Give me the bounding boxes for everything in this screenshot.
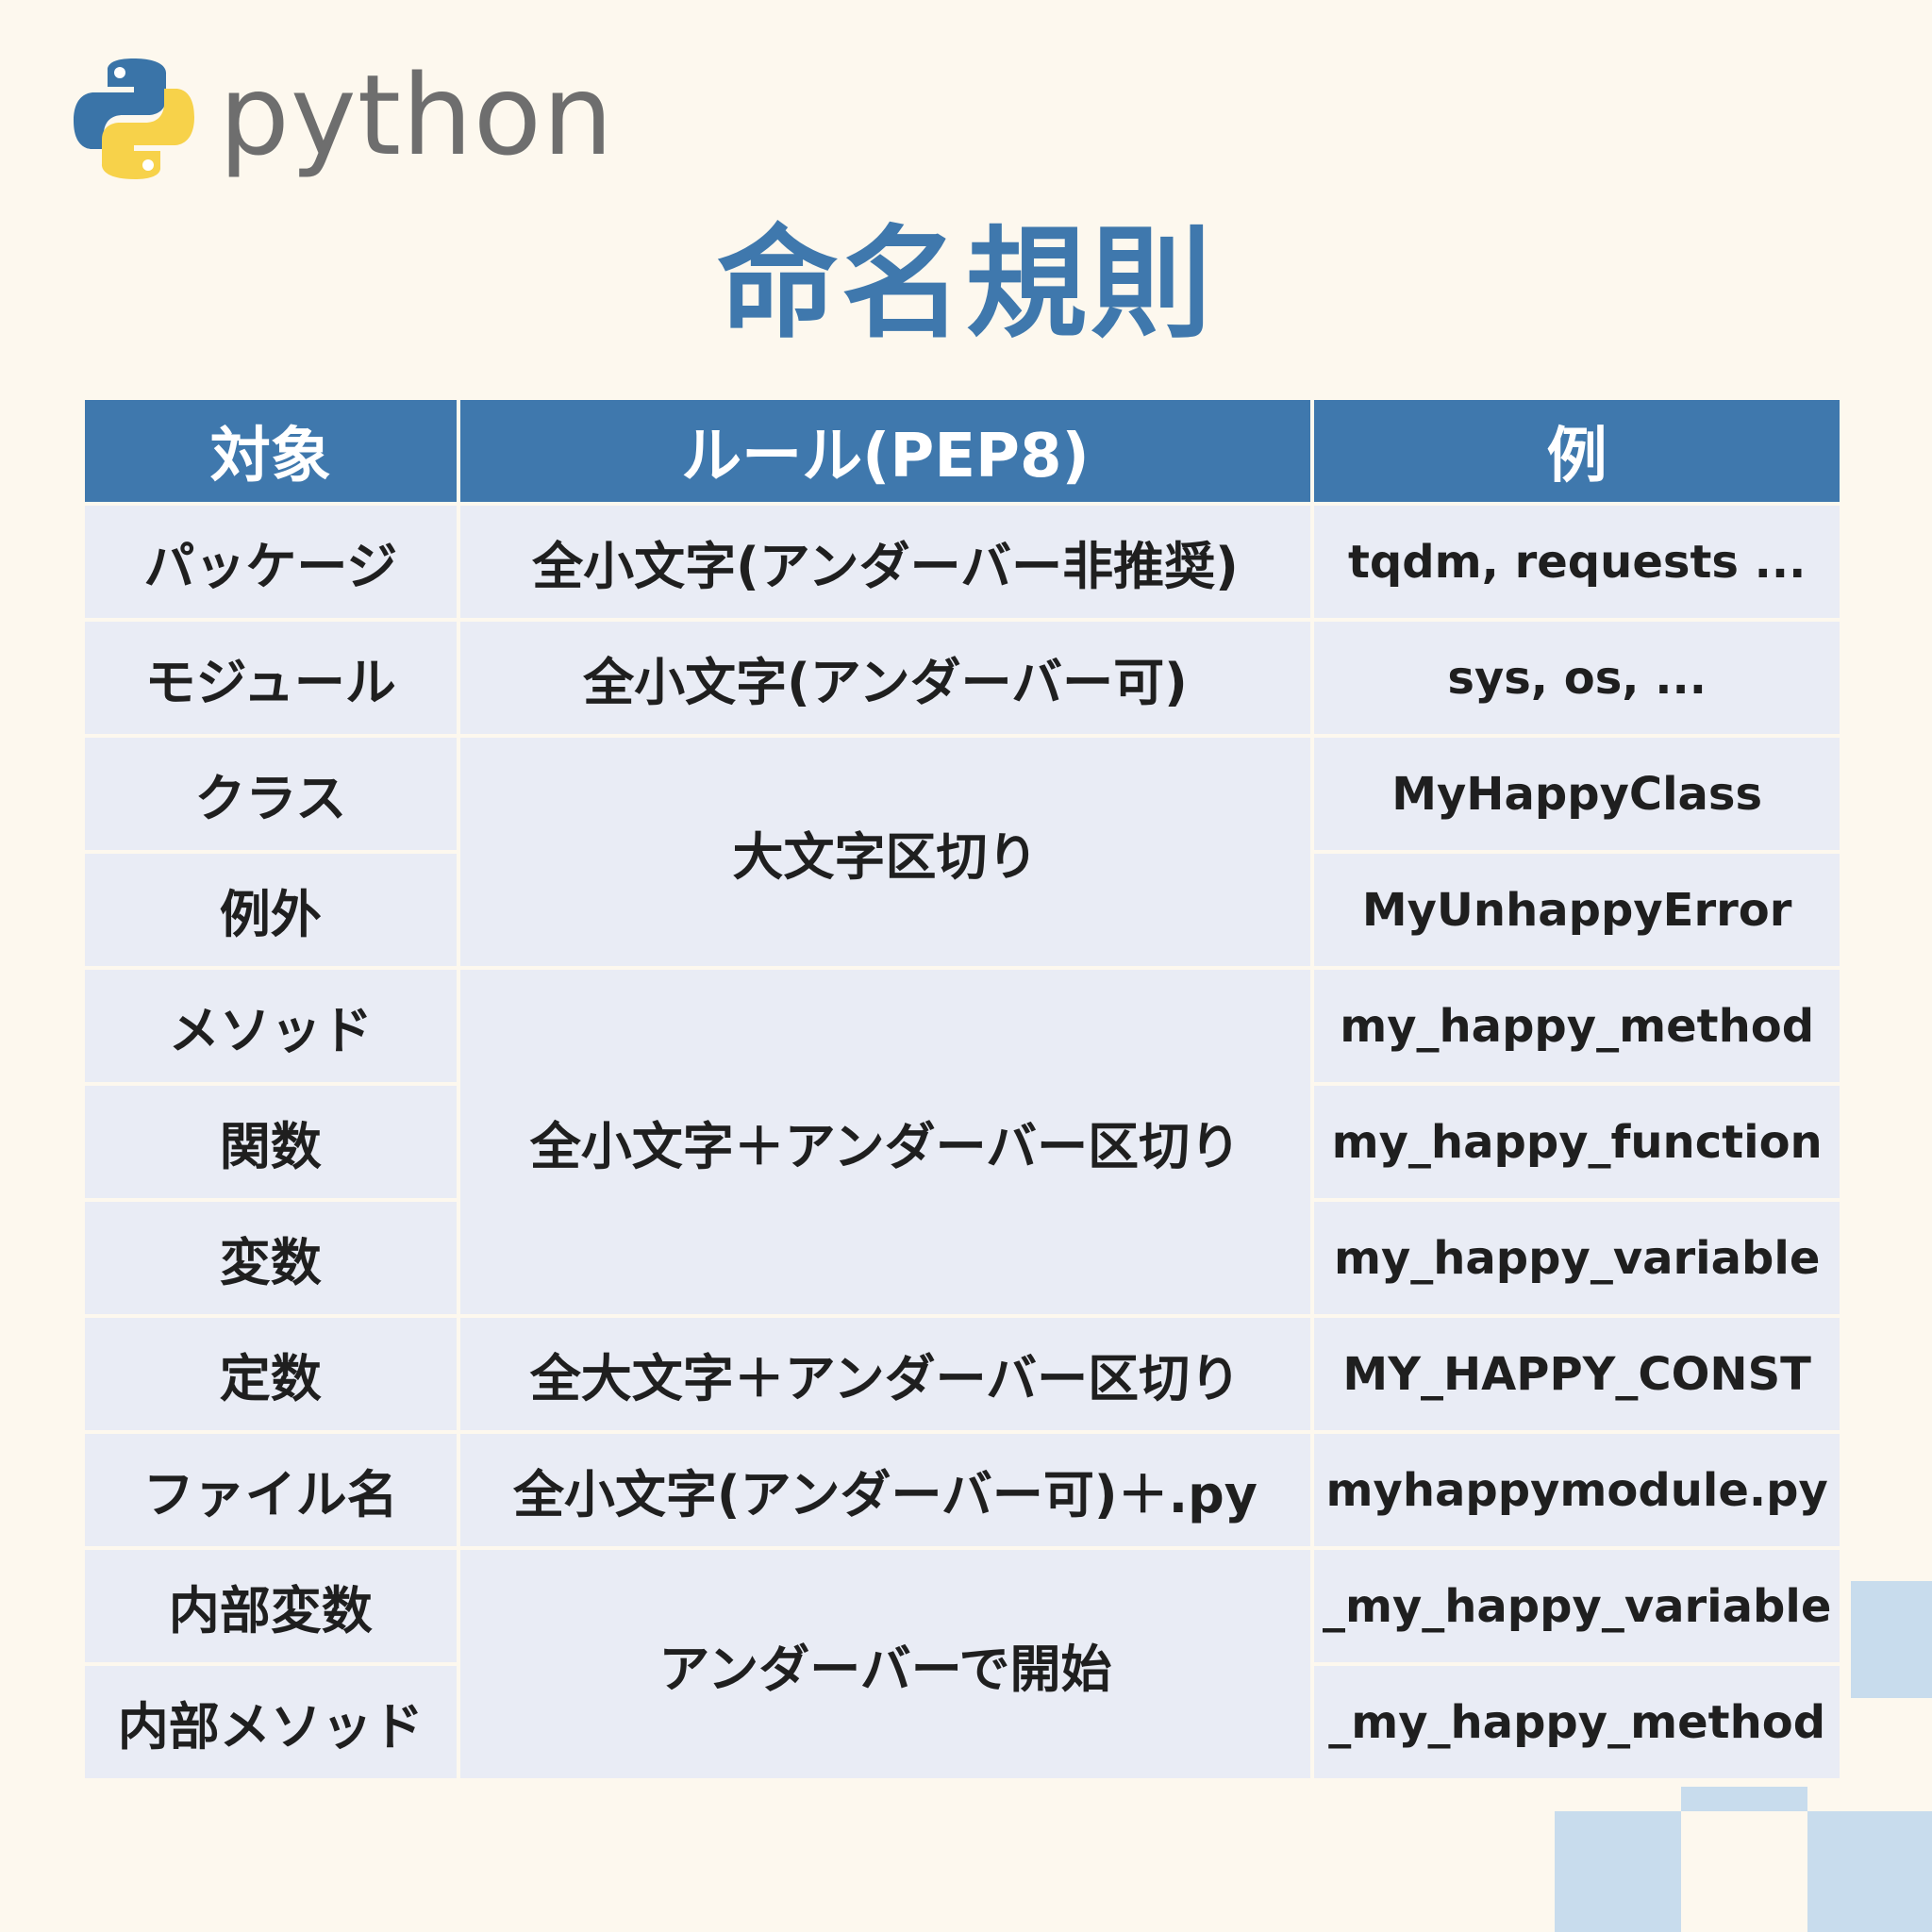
table-row: ファイル名 全小文字(アンダーバー可)＋.py myhappymodule.py	[85, 1434, 1840, 1546]
target-cell: パッケージ	[85, 506, 457, 618]
decorative-square	[1807, 1811, 1932, 1932]
header-example: 例	[1314, 400, 1840, 502]
target-cell: モジュール	[85, 622, 457, 734]
target-cell: ファイル名	[85, 1434, 457, 1546]
python-wordmark: python	[219, 50, 614, 180]
rule-cell: 全大文字＋アンダーバー区切り	[459, 1318, 1311, 1430]
example-cell: _my_happy_variable	[1314, 1550, 1840, 1662]
table-row: モジュール 全小文字(アンダーバー可) sys, os, ...	[85, 622, 1840, 734]
table-row: 定数 全大文字＋アンダーバー区切り MY_HAPPY_CONST	[85, 1318, 1840, 1430]
example-cell: _my_happy_method	[1314, 1666, 1840, 1778]
example-cell: tqdm, requests ...	[1314, 506, 1840, 618]
decorative-square	[1681, 1787, 1807, 1811]
rule-cell: 全小文字(アンダーバー非推奨)	[459, 506, 1311, 618]
naming-conventions-table: 対象 ルール(PEP8) 例 パッケージ 全小文字(アンダーバー非推奨) tqd…	[81, 396, 1843, 1782]
example-cell: my_happy_function	[1314, 1086, 1840, 1198]
target-cell: 関数	[85, 1086, 457, 1198]
example-cell: my_happy_variable	[1314, 1202, 1840, 1314]
example-cell: sys, os, ...	[1314, 622, 1840, 734]
target-cell: 内部メソッド	[85, 1666, 457, 1778]
rule-cell: 大文字区切り	[459, 738, 1311, 966]
target-cell: 変数	[85, 1202, 457, 1314]
table-row: クラス 大文字区切り MyHappyClass	[85, 738, 1840, 966]
decorative-square	[1851, 1581, 1932, 1698]
example-cell: myhappymodule.py	[1314, 1434, 1840, 1546]
decorative-square	[1555, 1811, 1681, 1932]
page-title: 命名規則	[716, 214, 1215, 355]
rule-cell: 全小文字＋アンダーバー区切り	[459, 970, 1311, 1314]
target-cell: クラス	[85, 738, 457, 850]
rule-cell: 全小文字(アンダーバー可)	[459, 622, 1311, 734]
header-rule: ルール(PEP8)	[459, 400, 1311, 502]
table-row: パッケージ 全小文字(アンダーバー非推奨) tqdm, requests ...	[85, 506, 1840, 618]
example-cell: MY_HAPPY_CONST	[1314, 1318, 1840, 1430]
table-row: メソッド 全小文字＋アンダーバー区切り my_happy_method	[85, 970, 1840, 1314]
rule-cell: 全小文字(アンダーバー可)＋.py	[459, 1434, 1311, 1546]
target-cell: 定数	[85, 1318, 457, 1430]
target-cell: 内部変数	[85, 1550, 457, 1662]
table-header-row: 対象 ルール(PEP8) 例	[85, 400, 1840, 502]
example-cell: MyUnhappyError	[1314, 854, 1840, 966]
example-cell: MyHappyClass	[1314, 738, 1840, 850]
example-cell: my_happy_method	[1314, 970, 1840, 1082]
rule-cell: アンダーバーで開始	[459, 1550, 1311, 1778]
header-target: 対象	[85, 400, 457, 502]
table-row: 内部変数 アンダーバーで開始 _my_happy_variable	[85, 1550, 1840, 1778]
target-cell: 例外	[85, 854, 457, 966]
target-cell: メソッド	[85, 970, 457, 1082]
python-logo-icon	[74, 58, 194, 179]
